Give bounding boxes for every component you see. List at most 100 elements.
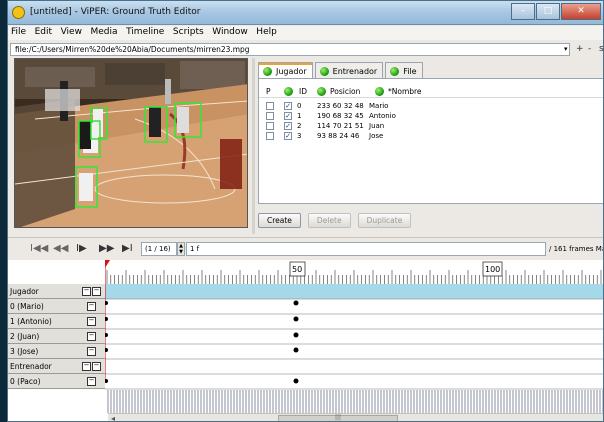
delete-button[interactable]: Delete	[307, 213, 351, 228]
timeline-row-jugador[interactable]: Jugador − −	[8, 284, 105, 299]
tab-jugador[interactable]: Jugador	[258, 62, 313, 78]
column-header-status[interactable]	[284, 87, 297, 96]
menu-scripts[interactable]: Scripts	[170, 26, 207, 37]
add-media-button[interactable]: +	[576, 44, 584, 54]
table-row[interactable]: ✓ 1 190 68 32 45 Antonio	[259, 111, 603, 121]
row-label: Jugador	[10, 287, 39, 296]
instance-buttons: Create Delete Duplicate	[258, 213, 418, 228]
viper-window: [untitled] - ViPER: Ground Truth Editor …	[7, 0, 604, 422]
timeline-panel: 50 100 Jugador − − 0 (Mario) − 1 (Antoni…	[8, 260, 603, 421]
row-posicion[interactable]: 114 70 21 51	[317, 122, 364, 130]
collapse-icon[interactable]: −	[87, 332, 96, 341]
playback-controls: I◀◀ ◀◀ I▶ ▶▶ ▶I (1 / 16) ▲ ▼ 1 f / 161 fr…	[8, 237, 603, 259]
timeline-row-jose[interactable]: 3 (Jose) −	[8, 344, 105, 359]
menu-timeline[interactable]: Timeline	[123, 26, 167, 37]
table-row[interactable]: ✓ 2 114 70 21 51 Juan	[259, 121, 603, 131]
collapse-icon[interactable]: −	[82, 287, 91, 296]
menu-help[interactable]: Help	[253, 26, 280, 37]
row-valid-checkbox[interactable]: ✓	[284, 132, 292, 140]
collapse-icon[interactable]: −	[87, 347, 96, 356]
fast-forward-button[interactable]: ▶▶	[99, 243, 114, 254]
column-header-nombre[interactable]: *Nombre	[375, 87, 422, 96]
keyframe-marker[interactable]	[293, 316, 299, 322]
row-valid-checkbox[interactable]: ✓	[284, 112, 292, 120]
row-p-checkbox[interactable]	[266, 102, 274, 110]
column-header-label: Posicion	[330, 87, 361, 96]
duplicate-button[interactable]: Duplicate	[357, 213, 412, 228]
media-path-field[interactable]: file:/C:/Users/Mirren%20de%20Abia/Docume…	[10, 43, 570, 56]
split-pane-divider[interactable]	[252, 58, 255, 234]
current-frame-field[interactable]: 1 f	[186, 242, 546, 256]
collapse-icon[interactable]: −	[87, 377, 96, 386]
scrollbar-thumb[interactable]: |||	[278, 415, 398, 421]
row-nombre[interactable]: Mario	[369, 102, 388, 110]
collapse-icon[interactable]: −	[87, 302, 96, 311]
row-nombre[interactable]: Juan	[369, 122, 384, 130]
tab-entrenador[interactable]: Entrenador	[314, 62, 384, 78]
column-header-p[interactable]: P	[266, 87, 271, 96]
collapse-icon[interactable]: −	[92, 287, 101, 296]
row-p-checkbox[interactable]	[266, 122, 274, 130]
menu-media[interactable]: Media	[88, 26, 121, 37]
menu-file[interactable]: File	[8, 26, 29, 37]
row-posicion[interactable]: 93 88 24 46	[317, 132, 359, 140]
frame-rate-field[interactable]: (1 / 16)	[141, 242, 177, 256]
remove-media-button[interactable]: -	[588, 44, 591, 54]
timeline-row-antonio[interactable]: 1 (Antonio) −	[8, 314, 105, 329]
viper-app-icon	[12, 6, 25, 19]
step-forward-button[interactable]: I▶	[76, 243, 87, 254]
keyframe-marker[interactable]	[293, 332, 299, 338]
table-row[interactable]: ✓ 0 233 60 32 48 Mario	[259, 101, 603, 111]
scroll-left-icon[interactable]: ◂	[111, 414, 115, 421]
instances-table: P ID Posicion *Nombre ✓ 0 233 60 32 48 M…	[258, 78, 603, 204]
row-nombre[interactable]: Jose	[369, 132, 383, 140]
tab-label: Entrenador	[332, 67, 378, 76]
descriptor-tabs: Jugador Entrenador File	[258, 62, 425, 78]
row-posicion[interactable]: 190 68 32 45	[317, 112, 364, 120]
last-frame-button[interactable]: ▶I	[122, 243, 133, 254]
row-label: 2 (Juan)	[10, 332, 40, 341]
timeline-row-juan[interactable]: 2 (Juan) −	[8, 329, 105, 344]
row-p-checkbox[interactable]	[266, 112, 274, 120]
menu-window[interactable]: Window	[209, 26, 251, 37]
timeline-row-paco[interactable]: 0 (Paco) −	[8, 374, 105, 389]
row-label: 0 (Paco)	[10, 377, 41, 386]
row-p-checkbox[interactable]	[266, 132, 274, 140]
media-path-bar: file:/C:/Users/Mirren%20de%20Abia/Docume…	[8, 41, 603, 58]
title-bar[interactable]: [untitled] - ViPER: Ground Truth Editor …	[8, 1, 603, 25]
tab-file[interactable]: File	[385, 62, 423, 78]
first-frame-button[interactable]: I◀◀	[30, 243, 48, 254]
row-id: 1	[297, 112, 302, 120]
menu-view[interactable]: View	[58, 26, 85, 37]
collapse-icon[interactable]: −	[92, 362, 101, 371]
collapse-icon[interactable]: −	[82, 362, 91, 371]
maximize-button[interactable]: □	[536, 3, 560, 20]
menu-bar: File Edit View Media Timeline Scripts Wi…	[8, 26, 603, 40]
table-row[interactable]: ✓ 3 93 88 24 46 Jose	[259, 131, 603, 141]
close-button[interactable]: ✕	[561, 3, 601, 20]
timeline-scrollbar[interactable]: ◂ |||	[108, 413, 603, 421]
row-valid-checkbox[interactable]: ✓	[284, 122, 292, 130]
menu-edit[interactable]: Edit	[32, 26, 55, 37]
minimize-button[interactable]: –	[511, 3, 535, 20]
row-nombre[interactable]: Antonio	[369, 112, 396, 120]
media-extra-button[interactable]: s	[599, 44, 603, 54]
column-header-id[interactable]: ID	[299, 87, 307, 96]
collapse-icon[interactable]: −	[87, 317, 96, 326]
media-path-dropdown-icon[interactable]: ▾	[564, 45, 568, 53]
rewind-button[interactable]: ◀◀	[53, 243, 68, 254]
ruler-label-100: 100	[485, 265, 500, 274]
keyframe-marker[interactable]	[293, 347, 299, 353]
row-label: 0 (Mario)	[10, 302, 44, 311]
basketball-court-frame	[15, 59, 247, 227]
create-button[interactable]: Create	[258, 213, 301, 228]
timeline-row-entrenador[interactable]: Entrenador − −	[8, 359, 105, 374]
keyframe-marker[interactable]	[293, 378, 299, 384]
column-header-posicion[interactable]: Posicion	[317, 87, 360, 96]
video-frame[interactable]	[14, 58, 248, 228]
timeline-row-mario[interactable]: 0 (Mario) −	[8, 299, 105, 314]
keyframe-marker[interactable]	[293, 300, 299, 306]
row-valid-checkbox[interactable]: ✓	[284, 102, 292, 110]
frame-rate-spinner[interactable]: ▲ ▼	[177, 242, 185, 256]
row-posicion[interactable]: 233 60 32 48	[317, 102, 364, 110]
